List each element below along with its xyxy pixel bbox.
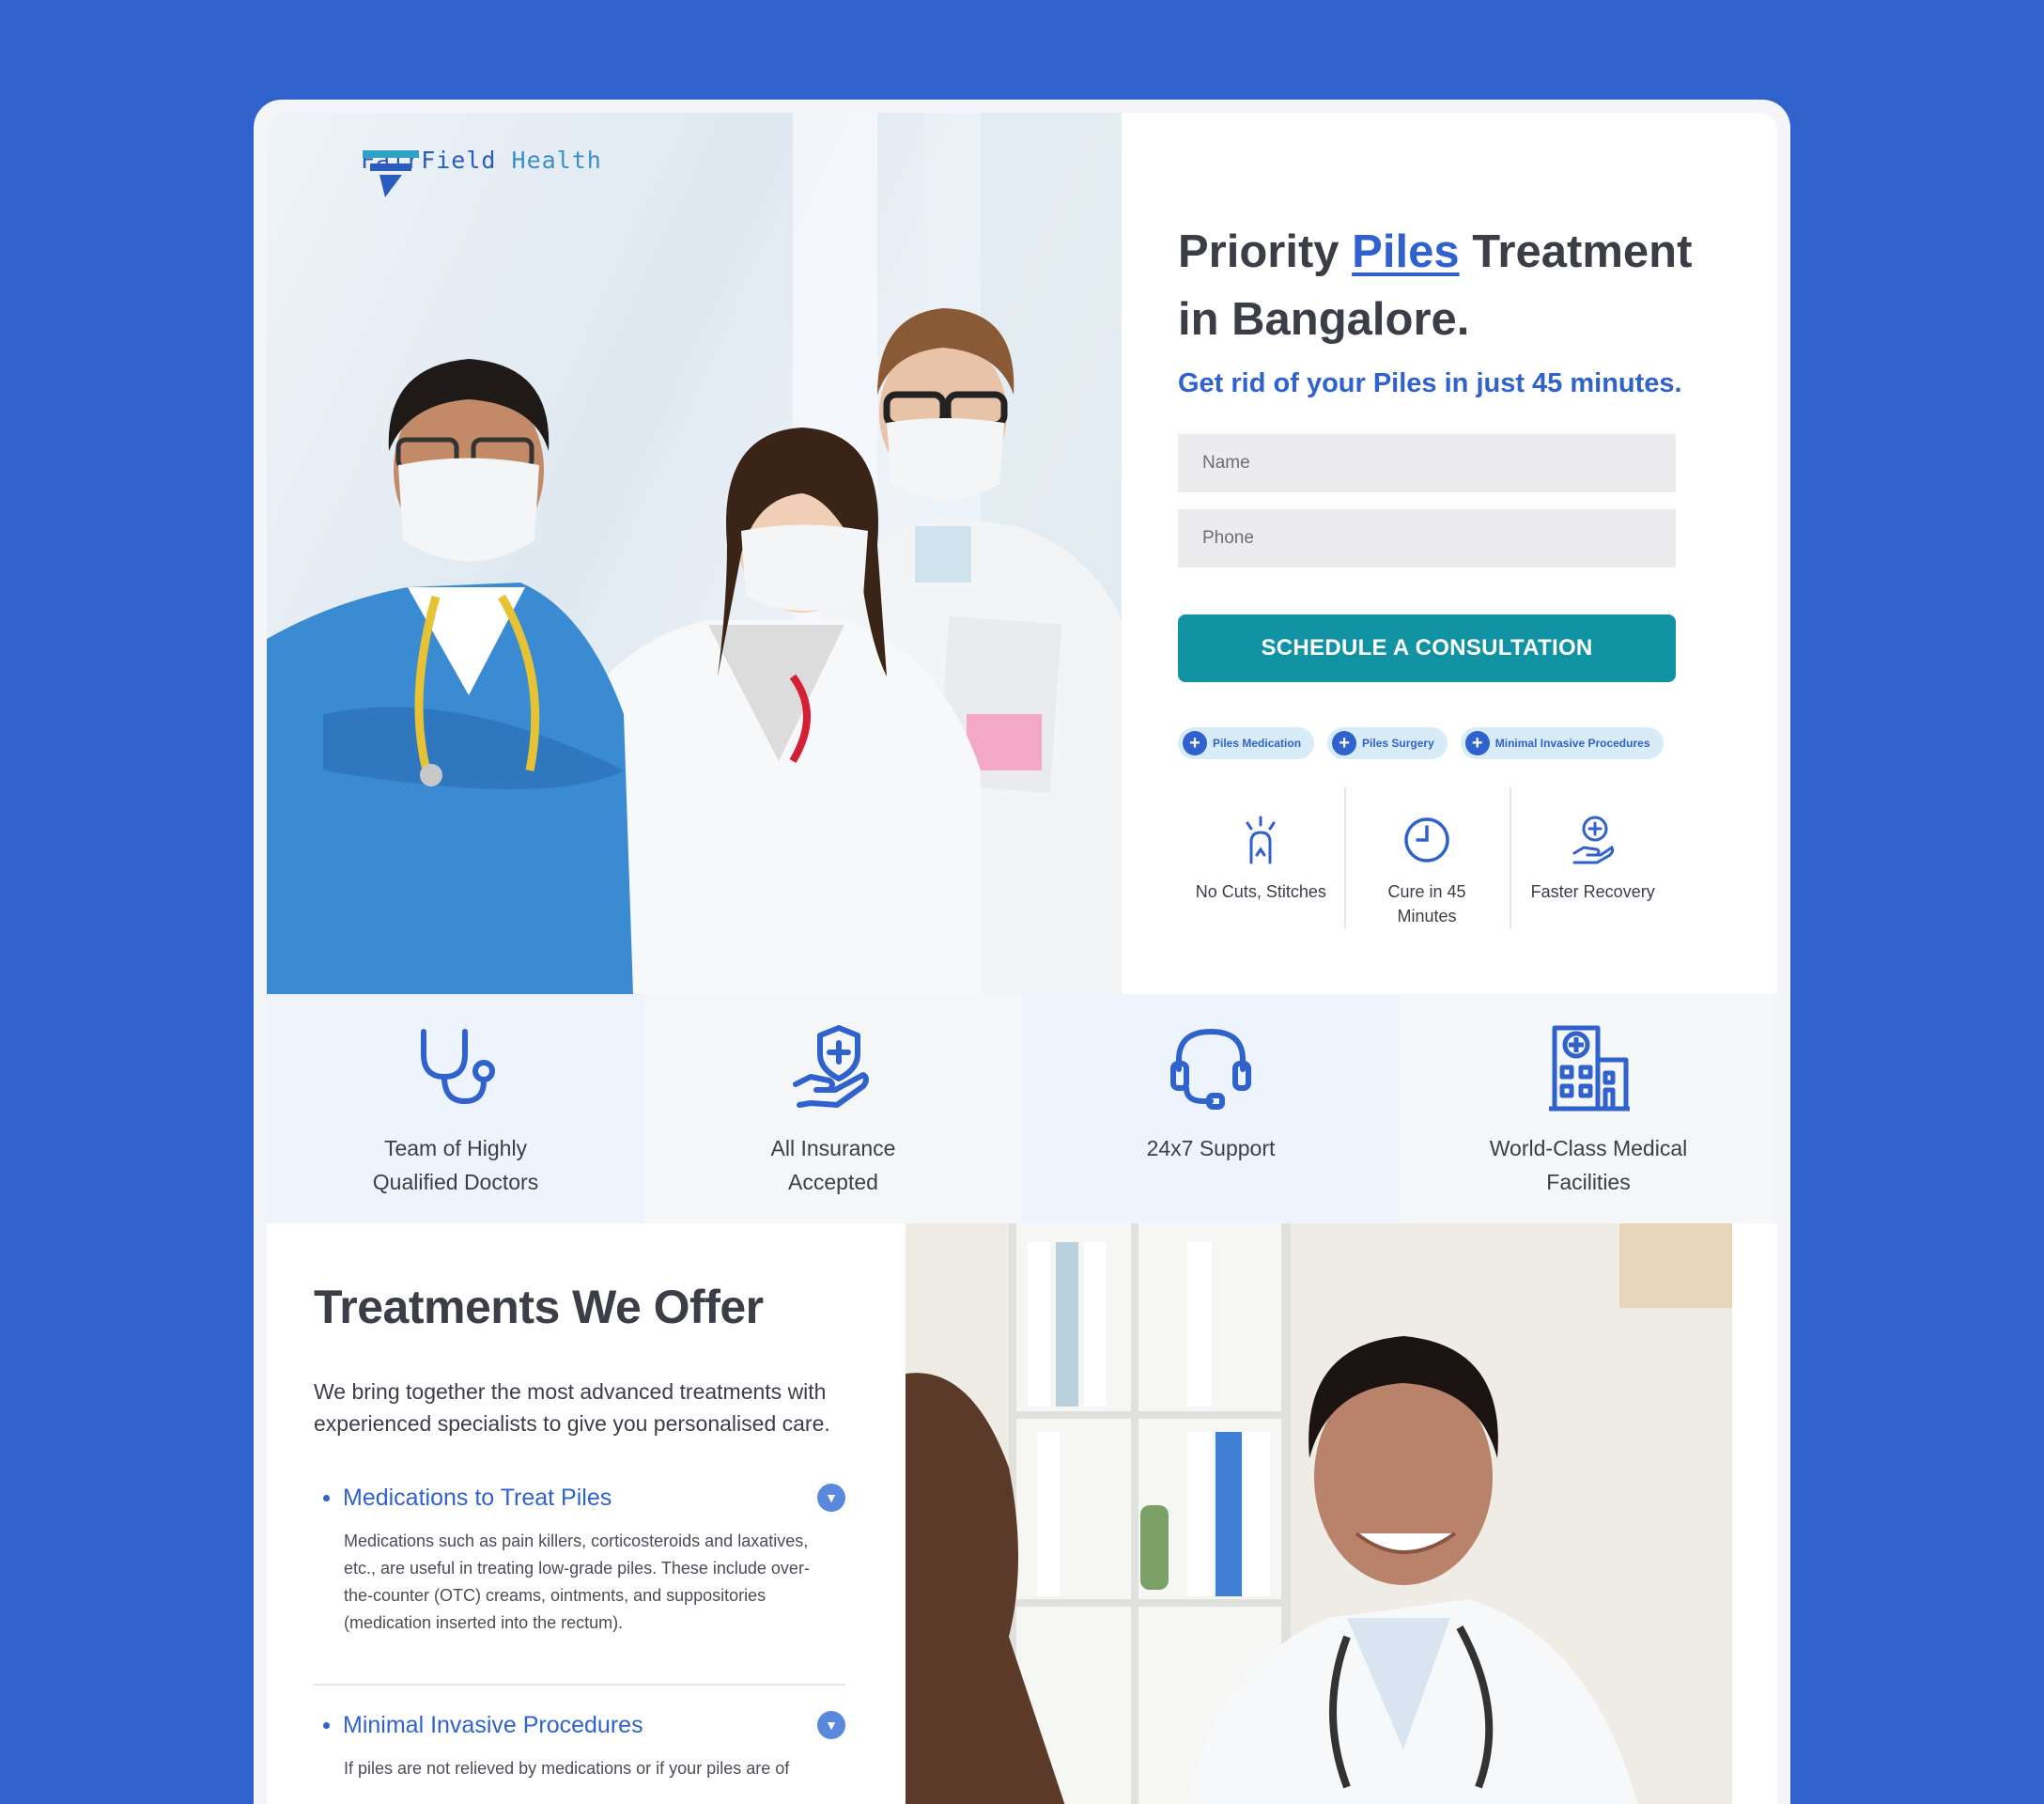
- hero-doctors-photo: FairField Health: [267, 113, 1122, 994]
- feature-label: All Insurance Accepted: [770, 1136, 896, 1194]
- accordion-header[interactable]: Minimal Invasive Procedures ▼: [314, 1706, 845, 1744]
- benefits-row: No Cuts, Stitches Cure in 45 Minutes Fas…: [1178, 787, 1676, 928]
- no-cuts-icon: [1246, 816, 1276, 864]
- features-strip: Team of Highly Qualified Doctors All Ins…: [267, 994, 1777, 1223]
- accordion-body: If piles are not relieved by medications…: [344, 1759, 790, 1778]
- headline-highlight: Piles: [1352, 226, 1460, 277]
- hero-content: Priority Piles Treatment in Bangalore. G…: [1178, 113, 1751, 994]
- benefit-faster-recovery: Faster Recovery: [1510, 787, 1676, 928]
- fairfield-logo-icon: [363, 150, 419, 197]
- benefit-label: No Cuts, Stitches: [1195, 882, 1326, 901]
- page-title: Priority Piles Treatment in Bangalore.: [1178, 226, 1693, 345]
- insurance-shield-icon: [793, 1025, 869, 1108]
- stethoscope-icon: [421, 1029, 495, 1105]
- plus-icon: +: [1464, 731, 1490, 755]
- headset-icon: [1170, 1028, 1251, 1110]
- accordion-item-minimal-invasive: Minimal Invasive Procedures ▼ If piles a…: [314, 1706, 845, 1782]
- hospital-building-icon: [1549, 1025, 1630, 1112]
- chevron-down-icon[interactable]: ▼: [817, 1711, 845, 1739]
- feature-label: Team of Highly Qualified Doctors: [372, 1136, 539, 1194]
- name-input[interactable]: [1178, 434, 1676, 492]
- bullet-icon: [323, 1494, 330, 1501]
- feature-support: 24x7 Support: [1022, 994, 1400, 1223]
- feature-label: 24x7 Support: [1146, 1136, 1276, 1160]
- treatment-chips: + Piles Medication + Piles Surgery + Min…: [1178, 727, 1664, 759]
- feature-label: World-Class Medical Facilities: [1489, 1136, 1688, 1194]
- treatments-intro: We bring together the most advanced trea…: [314, 1379, 830, 1436]
- treatments-section: Treatments We Offer We bring together th…: [267, 1223, 906, 1804]
- benefit-label: Faster Recovery: [1530, 882, 1655, 901]
- feature-insurance: All Insurance Accepted: [644, 994, 1022, 1223]
- schedule-consultation-button[interactable]: SCHEDULE A CONSULTATION: [1178, 614, 1676, 682]
- benefit-cure-time: Cure in 45 Minutes: [1343, 787, 1510, 928]
- plus-icon: +: [1183, 731, 1207, 755]
- doctor-consultation-photo: [906, 1223, 1732, 1804]
- brand-logo[interactable]: FairField Health: [361, 147, 602, 197]
- plus-icon: +: [1332, 731, 1357, 755]
- landing-page: FairField Health Priority Piles Treatmen…: [267, 113, 1777, 1804]
- chevron-down-icon[interactable]: ▼: [817, 1484, 845, 1512]
- accordion-title: Medications to Treat Piles: [343, 1484, 612, 1511]
- accordion-divider: [314, 1684, 845, 1686]
- benefit-no-cuts: No Cuts, Stitches: [1178, 787, 1344, 928]
- accordion-header[interactable]: Medications to Treat Piles ▼: [314, 1479, 845, 1516]
- right-gutter: [1732, 1223, 1777, 1804]
- benefit-label: Cure in 45 Minutes: [1387, 882, 1466, 925]
- chip-piles-medication[interactable]: + Piles Medication: [1178, 727, 1315, 759]
- chip-minimal-invasive-procedures[interactable]: + Minimal Invasive Procedures: [1460, 727, 1664, 759]
- page-subtitle: Get rid of your Piles in just 45 minutes…: [1178, 368, 1682, 398]
- chip-piles-surgery[interactable]: + Piles Surgery: [1327, 727, 1448, 759]
- feature-qualified-doctors: Team of Highly Qualified Doctors: [267, 994, 644, 1223]
- phone-input[interactable]: [1178, 509, 1676, 568]
- hand-care-icon: [1572, 816, 1614, 864]
- page-card: FairField Health Priority Piles Treatmen…: [254, 100, 1790, 1804]
- clock-icon: [1404, 817, 1449, 863]
- accordion-body: Medications such as pain killers, cortic…: [344, 1532, 810, 1632]
- feature-facilities: World-Class Medical Facilities: [1400, 994, 1777, 1223]
- accordion-title: Minimal Invasive Procedures: [343, 1711, 643, 1738]
- treatments-title: Treatments We Offer: [314, 1281, 764, 1333]
- accordion-item-medications: Medications to Treat Piles ▼ Medications…: [314, 1479, 845, 1637]
- bullet-icon: [323, 1721, 330, 1729]
